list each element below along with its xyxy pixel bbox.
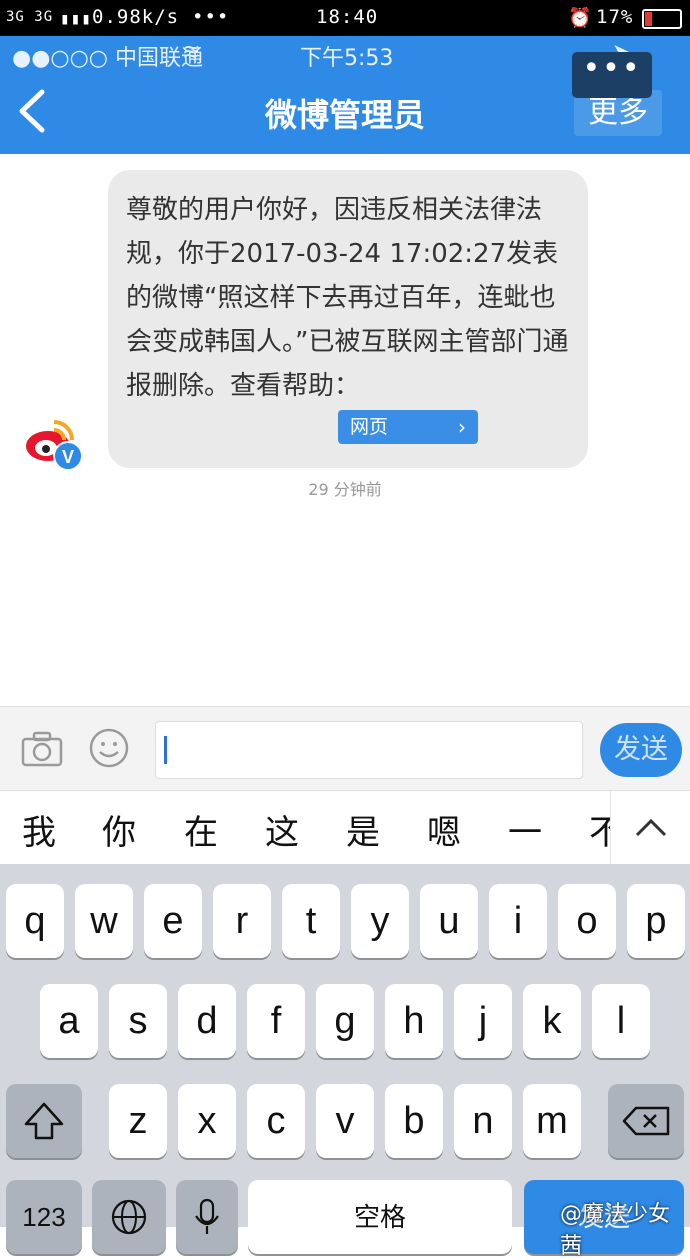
key-b[interactable]: b <box>385 1084 443 1158</box>
key-q[interactable]: q <box>6 884 64 958</box>
help-link-label: 网页 <box>350 416 389 438</box>
microphone-icon <box>195 1198 219 1234</box>
chevron-right-icon: › <box>458 415 466 439</box>
key-j[interactable]: j <box>454 984 512 1058</box>
camera-button[interactable] <box>20 729 64 769</box>
svg-text:V: V <box>62 447 74 467</box>
shift-key[interactable] <box>6 1084 82 1158</box>
key-m[interactable]: m <box>523 1084 581 1158</box>
help-link-button[interactable]: 网页 › <box>338 410 478 444</box>
message-input[interactable] <box>155 721 583 779</box>
avatar[interactable]: V <box>24 412 84 472</box>
candidate-word[interactable]: 一 <box>508 805 542 854</box>
send-button[interactable]: 发送 <box>600 723 682 777</box>
key-l[interactable]: l <box>592 984 650 1058</box>
globe-icon <box>111 1199 147 1235</box>
backspace-key[interactable] <box>608 1084 684 1158</box>
weibo-logo-icon: V <box>26 420 83 471</box>
key-v[interactable]: v <box>316 1084 374 1158</box>
signal-icon: ▮▮▮ <box>60 9 92 28</box>
candidate-bar: 我 你 在 这 是 嗯 一 不 <box>0 790 690 865</box>
key-i[interactable]: i <box>489 884 547 958</box>
message-bubble: 尊敬的用户你好，因违反相关法律法规，你于2017-03-24 17:02:27发… <box>108 170 588 468</box>
key-a[interactable]: a <box>40 984 98 1058</box>
key-t[interactable]: t <box>282 884 340 958</box>
android-status-bar: 3G 3G ▮▮▮ 0.98k/s ••• 18:40 ⏰ 17% <box>0 0 690 36</box>
network-indicator: 3G 3G <box>6 9 54 25</box>
speed-readout: 0.98k/s <box>92 6 180 28</box>
key-f[interactable]: f <box>247 984 305 1058</box>
notification-dots: ••• <box>192 6 230 28</box>
key-z[interactable]: z <box>109 1084 167 1158</box>
key-o[interactable]: o <box>558 884 616 958</box>
candidate-word[interactable]: 是 <box>346 805 380 854</box>
overflow-menu-button[interactable]: ••• <box>572 52 652 98</box>
alarm-icon: ⏰ <box>568 7 593 29</box>
app-header: ●●○○○ 中国联通 ≋ 下午5:53 ➤ 微博管理员 更多 ••• <box>0 36 690 154</box>
message-text: 尊敬的用户你好，因违反相关法律法规，你于2017-03-24 17:02:27发… <box>126 195 569 401</box>
globe-key[interactable] <box>92 1180 166 1254</box>
space-key[interactable]: 空格 <box>248 1180 512 1254</box>
key-k[interactable]: k <box>523 984 581 1058</box>
key-u[interactable]: u <box>420 884 478 958</box>
key-g[interactable]: g <box>316 984 374 1058</box>
candidate-word[interactable]: 在 <box>184 805 218 854</box>
key-x[interactable]: x <box>178 1084 236 1158</box>
candidate-word[interactable]: 嗯 <box>427 805 461 854</box>
candidate-word[interactable]: 这 <box>265 805 299 854</box>
key-y[interactable]: y <box>351 884 409 958</box>
wifi-icon: ≋ <box>182 40 201 65</box>
key-h[interactable]: h <box>385 984 443 1058</box>
key-c[interactable]: c <box>247 1084 305 1158</box>
keyboard: q w e r t y u i o p a s d f g h j k l z … <box>0 864 690 1254</box>
dictation-key[interactable] <box>176 1180 238 1254</box>
key-r[interactable]: r <box>213 884 271 958</box>
battery-icon <box>642 9 682 29</box>
message-timestamp: 29 分钟前 <box>308 480 382 499</box>
battery-percent: 17% <box>596 6 634 28</box>
key-n[interactable]: n <box>454 1084 512 1158</box>
carrier-label: ●●○○○ 中国联通 <box>12 46 203 71</box>
smiley-icon <box>89 728 129 768</box>
shift-icon <box>24 1102 64 1140</box>
ios-clock: 下午5:53 <box>300 46 394 71</box>
expand-candidates-button[interactable] <box>610 791 690 865</box>
key-e[interactable]: e <box>144 884 202 958</box>
numbers-key[interactable]: 123 <box>6 1180 82 1254</box>
camera-icon <box>21 731 63 767</box>
key-p[interactable]: p <box>627 884 685 958</box>
key-w[interactable]: w <box>75 884 133 958</box>
candidate-word[interactable]: 你 <box>102 805 136 854</box>
input-toolbar: 发送 <box>0 706 690 791</box>
emoji-button[interactable] <box>88 727 130 769</box>
text-caret <box>164 736 167 764</box>
android-clock: 18:40 <box>316 6 379 28</box>
candidate-word[interactable]: 我 <box>22 805 56 854</box>
backspace-icon <box>622 1106 670 1136</box>
watermark: @魔法少女茜 <box>560 1202 671 1259</box>
chevron-up-icon <box>635 818 667 837</box>
key-d[interactable]: d <box>178 984 236 1058</box>
key-s[interactable]: s <box>109 984 167 1058</box>
